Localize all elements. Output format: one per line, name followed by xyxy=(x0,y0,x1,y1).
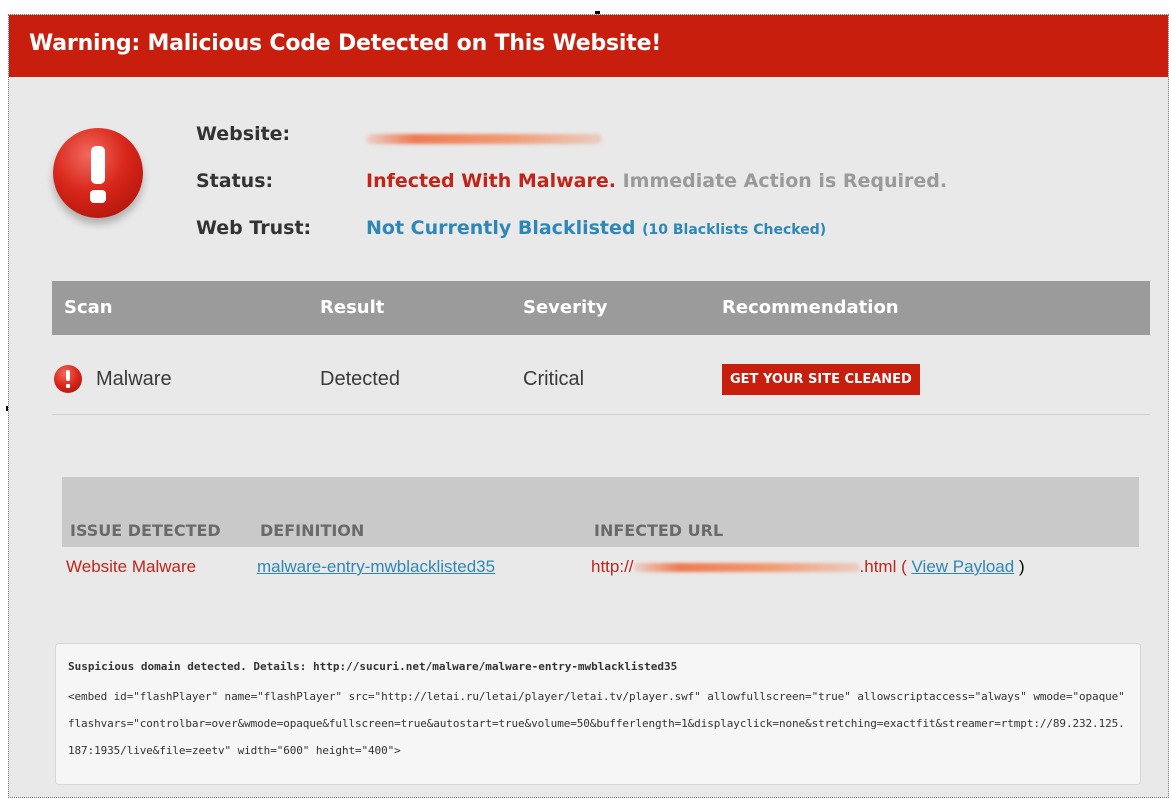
alert-icon xyxy=(53,128,143,218)
website-value-redacted xyxy=(366,127,602,149)
paren-close: ) xyxy=(1018,557,1025,576)
header-result: Result xyxy=(320,297,385,318)
scan-severity: Critical xyxy=(523,368,585,390)
view-payload-link[interactable]: View Payload xyxy=(912,557,1015,576)
report-panel: Warning: Malicious Code Detected on This… xyxy=(8,14,1169,798)
header-severity: Severity xyxy=(523,297,608,318)
header-issue-detected: ISSUE DETECTED xyxy=(70,521,221,540)
url-prefix: http:// xyxy=(591,557,634,576)
details-code: <embed id="flashPlayer" name="flashPlaye… xyxy=(68,690,1125,757)
header-scan: Scan xyxy=(64,297,113,318)
status-note: Immediate Action is Required. xyxy=(622,170,948,192)
scan-table-header: Scan Result Severity Recommendation xyxy=(52,281,1150,335)
status-label: Status: xyxy=(196,170,274,192)
scan-name: Malware xyxy=(96,368,172,390)
scan-result: Detected xyxy=(320,368,401,390)
status-infected: Infected With Malware. xyxy=(366,170,616,192)
definition-link[interactable]: malware-entry-mwblacklisted35 xyxy=(257,557,495,577)
status-value: Infected With Malware. Immediate Action … xyxy=(366,170,947,192)
web-trust-label: Web Trust: xyxy=(196,217,312,239)
header-definition: DEFINITION xyxy=(260,521,365,540)
url-suffix: .html xyxy=(859,557,897,576)
trust-note: (10 Blacklists Checked) xyxy=(642,222,827,238)
header-recommendation: Recommendation xyxy=(722,297,899,318)
header-infected-url: INFECTED URL xyxy=(594,521,724,540)
paren-open: ( xyxy=(901,557,907,576)
web-trust-value: Not Currently Blacklisted (10 Blacklists… xyxy=(366,217,826,239)
issue-table-header: ISSUE DETECTED DEFINITION INFECTED URL xyxy=(62,477,1139,547)
details-code-box: Suspicious domain detected. Details: htt… xyxy=(55,643,1141,785)
warning-banner: Warning: Malicious Code Detected on This… xyxy=(9,15,1168,77)
website-label: Website: xyxy=(196,123,291,145)
url-redacted xyxy=(633,563,860,573)
trust-status: Not Currently Blacklisted xyxy=(366,217,636,239)
infected-url: http:// .html ( View Payload ) xyxy=(591,557,1025,577)
get-site-cleaned-button[interactable]: GET YOUR SITE CLEANED xyxy=(722,364,920,395)
issue-type: Website Malware xyxy=(66,557,197,576)
small-alert-icon xyxy=(54,365,82,393)
scan-row: Malware Detected Critical GET YOUR SITE … xyxy=(52,355,1150,415)
details-summary: Suspicious domain detected. Details: htt… xyxy=(68,660,678,673)
